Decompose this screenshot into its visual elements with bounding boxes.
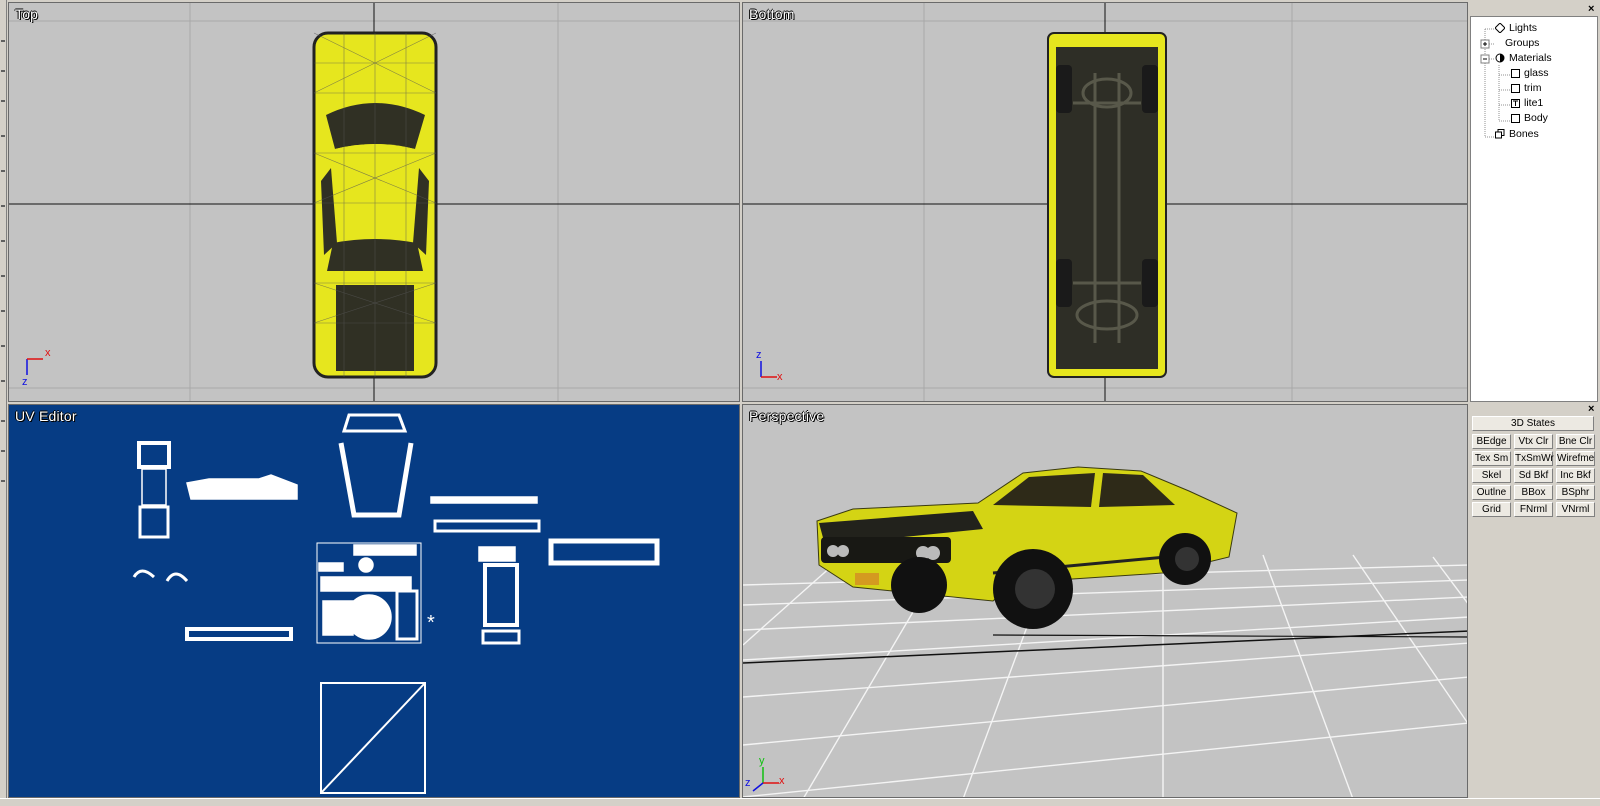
tree-item-lite1[interactable]: lite1 <box>1511 96 1543 111</box>
scene-tree-panel[interactable]: Lights Groups Materials glass trim lite1… <box>1470 16 1598 402</box>
tree-item-trim[interactable]: trim <box>1511 81 1542 96</box>
axis-z-label: z <box>745 777 751 789</box>
axis-z-label: z <box>22 376 28 388</box>
tree-item-lights[interactable]: Lights <box>1495 21 1537 36</box>
tree-item-materials[interactable]: Materials <box>1495 51 1552 66</box>
axis-x-label: x <box>777 371 783 383</box>
state-button-tex-sm[interactable]: Tex Sm <box>1472 451 1511 466</box>
tree-item-glass[interactable]: glass <box>1511 66 1549 81</box>
tree-item-bones[interactable]: Bones <box>1495 127 1539 142</box>
light-icon <box>1495 23 1505 34</box>
state-button-outlne[interactable]: Outlne <box>1472 485 1511 500</box>
viewport-perspective[interactable]: Perspective y x z <box>742 404 1468 798</box>
status-bar <box>0 798 1600 806</box>
left-toolbar-strip[interactable] <box>0 0 7 798</box>
state-button-vtx-clr[interactable]: Vtx Clr <box>1514 434 1553 449</box>
viewport-top[interactable]: Top x z <box>8 2 740 402</box>
car-underside <box>1047 32 1167 378</box>
states-panel: 3D States BEdge Vtx Clr Bne Clr Tex Sm T… <box>1470 414 1600 798</box>
axis-z-label: z <box>756 349 762 361</box>
states-title-button[interactable]: 3D States <box>1472 416 1594 431</box>
tree-item-groups[interactable]: Groups <box>1495 36 1539 51</box>
state-button-skel[interactable]: Skel <box>1472 468 1511 483</box>
group-icon <box>1495 38 1501 48</box>
perspective-canvas <box>743 466 1467 797</box>
state-button-vnrml[interactable]: VNrml <box>1556 502 1595 517</box>
material-icon <box>1495 53 1505 63</box>
state-button-bbox[interactable]: BBox <box>1514 485 1553 500</box>
state-button-bsphr[interactable]: BSphr <box>1556 485 1595 500</box>
viewport-uv-label: UV Editor <box>15 408 77 424</box>
svg-text:*: * <box>427 612 435 634</box>
texture-icon <box>1511 98 1520 108</box>
axis-x-label: x <box>779 775 785 787</box>
axis-y-label: y <box>759 755 765 767</box>
tree-item-body[interactable]: Body <box>1511 111 1548 126</box>
material-swatch-icon <box>1511 113 1520 123</box>
state-button-txsmwr[interactable]: TxSmWr <box>1514 451 1554 466</box>
viewport-uv-editor[interactable]: * UV Editor <box>8 404 740 798</box>
car-perspective-render <box>816 466 1238 629</box>
bone-icon <box>1495 129 1505 139</box>
uv-canvas: * <box>132 413 660 794</box>
bottom-view-canvas <box>743 3 1467 401</box>
material-swatch-icon <box>1511 68 1520 78</box>
top-view-canvas <box>9 3 739 401</box>
state-button-wirefme[interactable]: Wirefme <box>1556 451 1595 466</box>
state-button-inc-bkf[interactable]: Inc Bkf <box>1556 468 1595 483</box>
viewport-bottom-label: Bottom <box>749 6 795 22</box>
states-close-button[interactable]: × <box>1588 404 1594 415</box>
state-button-bne-clr[interactable]: Bne Clr <box>1556 434 1595 449</box>
tree-close-button[interactable]: × <box>1588 4 1594 15</box>
state-button-sd-bkf[interactable]: Sd Bkf <box>1514 468 1553 483</box>
viewport-top-label: Top <box>15 6 39 22</box>
state-button-bedge[interactable]: BEdge <box>1472 434 1511 449</box>
state-button-grid[interactable]: Grid <box>1472 502 1511 517</box>
viewport-bottom[interactable]: Bottom z x <box>742 2 1468 402</box>
material-swatch-icon <box>1511 83 1520 93</box>
state-button-fnrml[interactable]: FNrml <box>1514 502 1553 517</box>
axis-x-label: x <box>45 347 51 359</box>
car-top-wireframe <box>312 31 438 379</box>
viewport-perspective-label: Perspective <box>749 408 825 424</box>
